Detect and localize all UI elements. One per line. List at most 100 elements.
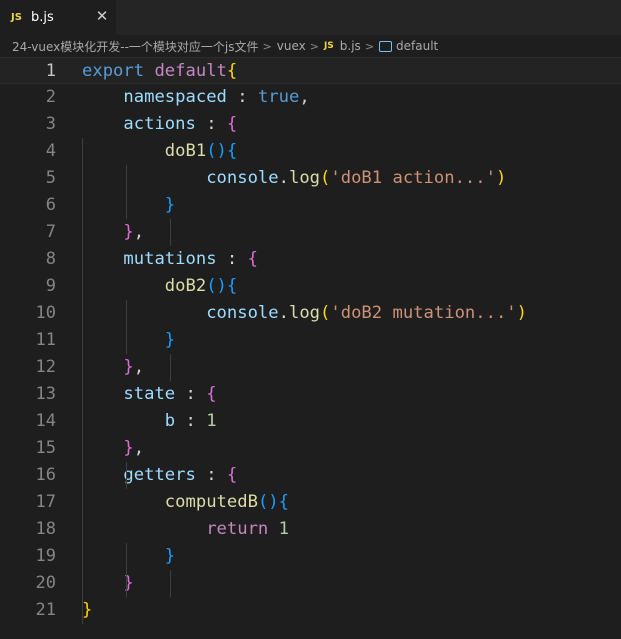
code-token: () <box>206 141 227 161</box>
code-token: { <box>278 492 289 512</box>
code-text: } <box>82 543 175 570</box>
code-token: computedB <box>164 492 258 512</box>
code-token: ) <box>516 303 528 323</box>
code-token: 'doB1 action...' <box>330 168 496 188</box>
code-token: } <box>123 222 134 242</box>
code-line[interactable]: 16 getters : { <box>0 462 621 489</box>
code-token: ) <box>495 168 507 188</box>
code-token: } <box>82 600 93 620</box>
tab-b-js[interactable]: JS b.js ✕ <box>0 0 116 35</box>
line-number: 7 <box>45 222 56 242</box>
code-token: , <box>133 438 145 458</box>
line-number: 10 <box>35 303 56 323</box>
code-token: true <box>257 87 300 107</box>
breadcrumb-file[interactable]: b.js <box>340 39 361 53</box>
symbol-variable-icon <box>379 40 393 52</box>
code-line[interactable]: 6 } <box>0 192 621 219</box>
indent-guide <box>170 570 171 597</box>
code-token: . <box>278 168 289 188</box>
code-token: log <box>288 168 321 188</box>
code-token: doB1 <box>164 141 207 161</box>
chevron-right-icon: > <box>309 39 319 53</box>
code-line[interactable]: 11 } <box>0 327 621 354</box>
line-number: 16 <box>35 465 56 485</box>
line-number: 8 <box>45 249 56 269</box>
code-line[interactable]: 2 namespaced : true, <box>0 84 621 111</box>
code-token: , <box>133 357 145 377</box>
breadcrumb-subfolder[interactable]: vuex <box>277 39 306 53</box>
code-editor[interactable]: 21} 20 } 19 } 18 return 1 17 computedB(){16 … <box>0 57 621 639</box>
code-token: , <box>133 222 145 242</box>
code-text: actions : { <box>82 111 237 138</box>
code-line[interactable]: 12 }, <box>0 354 621 381</box>
code-token: } <box>123 357 134 377</box>
code-token: } <box>164 330 176 350</box>
indent-guide <box>126 165 127 219</box>
breadcrumb: 24-vuex模块化开发--一个模块对应一个js文件 > vuex > JS b… <box>0 35 621 57</box>
close-icon[interactable]: ✕ <box>94 8 110 24</box>
code-token: mutations <box>123 249 217 269</box>
code-token: } <box>123 438 134 458</box>
javascript-file-icon: JS <box>11 12 22 23</box>
code-line[interactable]: 8 mutations : { <box>0 246 621 273</box>
line-number: 15 <box>35 438 56 458</box>
code-line[interactable]: 5 console.log('doB1 action...') <box>0 165 621 192</box>
indent-guide <box>126 462 127 489</box>
code-text: doB1(){ <box>82 138 237 165</box>
code-text: namespaced : true, <box>82 84 309 111</box>
code-line[interactable]: 19 } <box>0 543 621 570</box>
line-number: 17 <box>35 492 56 512</box>
code-token: () <box>257 492 279 512</box>
line-number: 11 <box>35 330 56 350</box>
code-token: ( <box>320 303 331 323</box>
code-text: computedB(){ <box>82 489 289 516</box>
code-line[interactable]: 14 b : 1 <box>0 408 621 435</box>
code-line[interactable]: 3 actions : { <box>0 111 621 138</box>
code-token: } <box>164 195 176 215</box>
chevron-right-icon: > <box>364 39 375 53</box>
breadcrumb-symbol[interactable]: default <box>396 39 438 53</box>
code-text: doB2(){ <box>82 273 237 300</box>
code-line[interactable]: 20 } <box>0 570 621 597</box>
code-token: { <box>247 249 258 269</box>
code-line[interactable]: 4 doB1(){ <box>0 138 621 165</box>
line-number: 12 <box>35 357 56 377</box>
line-number: 4 <box>45 141 56 161</box>
code-token: } <box>164 546 176 566</box>
line-number: 13 <box>35 384 56 404</box>
indent-guide <box>170 354 171 381</box>
code-line[interactable]: 1 export default{ <box>0 57 621 84</box>
code-line[interactable]: 13 state : { <box>0 381 621 408</box>
code-line[interactable]: 10 console.log('doB2 mutation...') <box>0 300 621 327</box>
code-token: namespaced <box>123 87 227 107</box>
code-text: }, <box>82 354 144 381</box>
code-line[interactable]: 15 }, <box>0 435 621 462</box>
line-number: 21 <box>35 600 56 620</box>
code-token: export <box>82 61 145 81</box>
code-token: : <box>216 249 248 269</box>
code-line[interactable]: 17 computedB(){ <box>0 489 621 516</box>
indent-guide <box>170 219 171 246</box>
code-text: state : { <box>82 381 216 408</box>
code-line[interactable]: 18 return 1 <box>0 516 621 543</box>
code-line[interactable]: 7 }, <box>0 219 621 246</box>
code-line[interactable]: 21} <box>0 597 621 624</box>
line-number: 1 <box>45 61 56 81</box>
breadcrumb-folder[interactable]: 24-vuex模块化开发--一个模块对应一个js文件 <box>12 38 259 55</box>
code-line[interactable]: 9 doB2(){ <box>0 273 621 300</box>
line-number: 14 <box>35 411 56 431</box>
line-number: 18 <box>35 519 56 539</box>
